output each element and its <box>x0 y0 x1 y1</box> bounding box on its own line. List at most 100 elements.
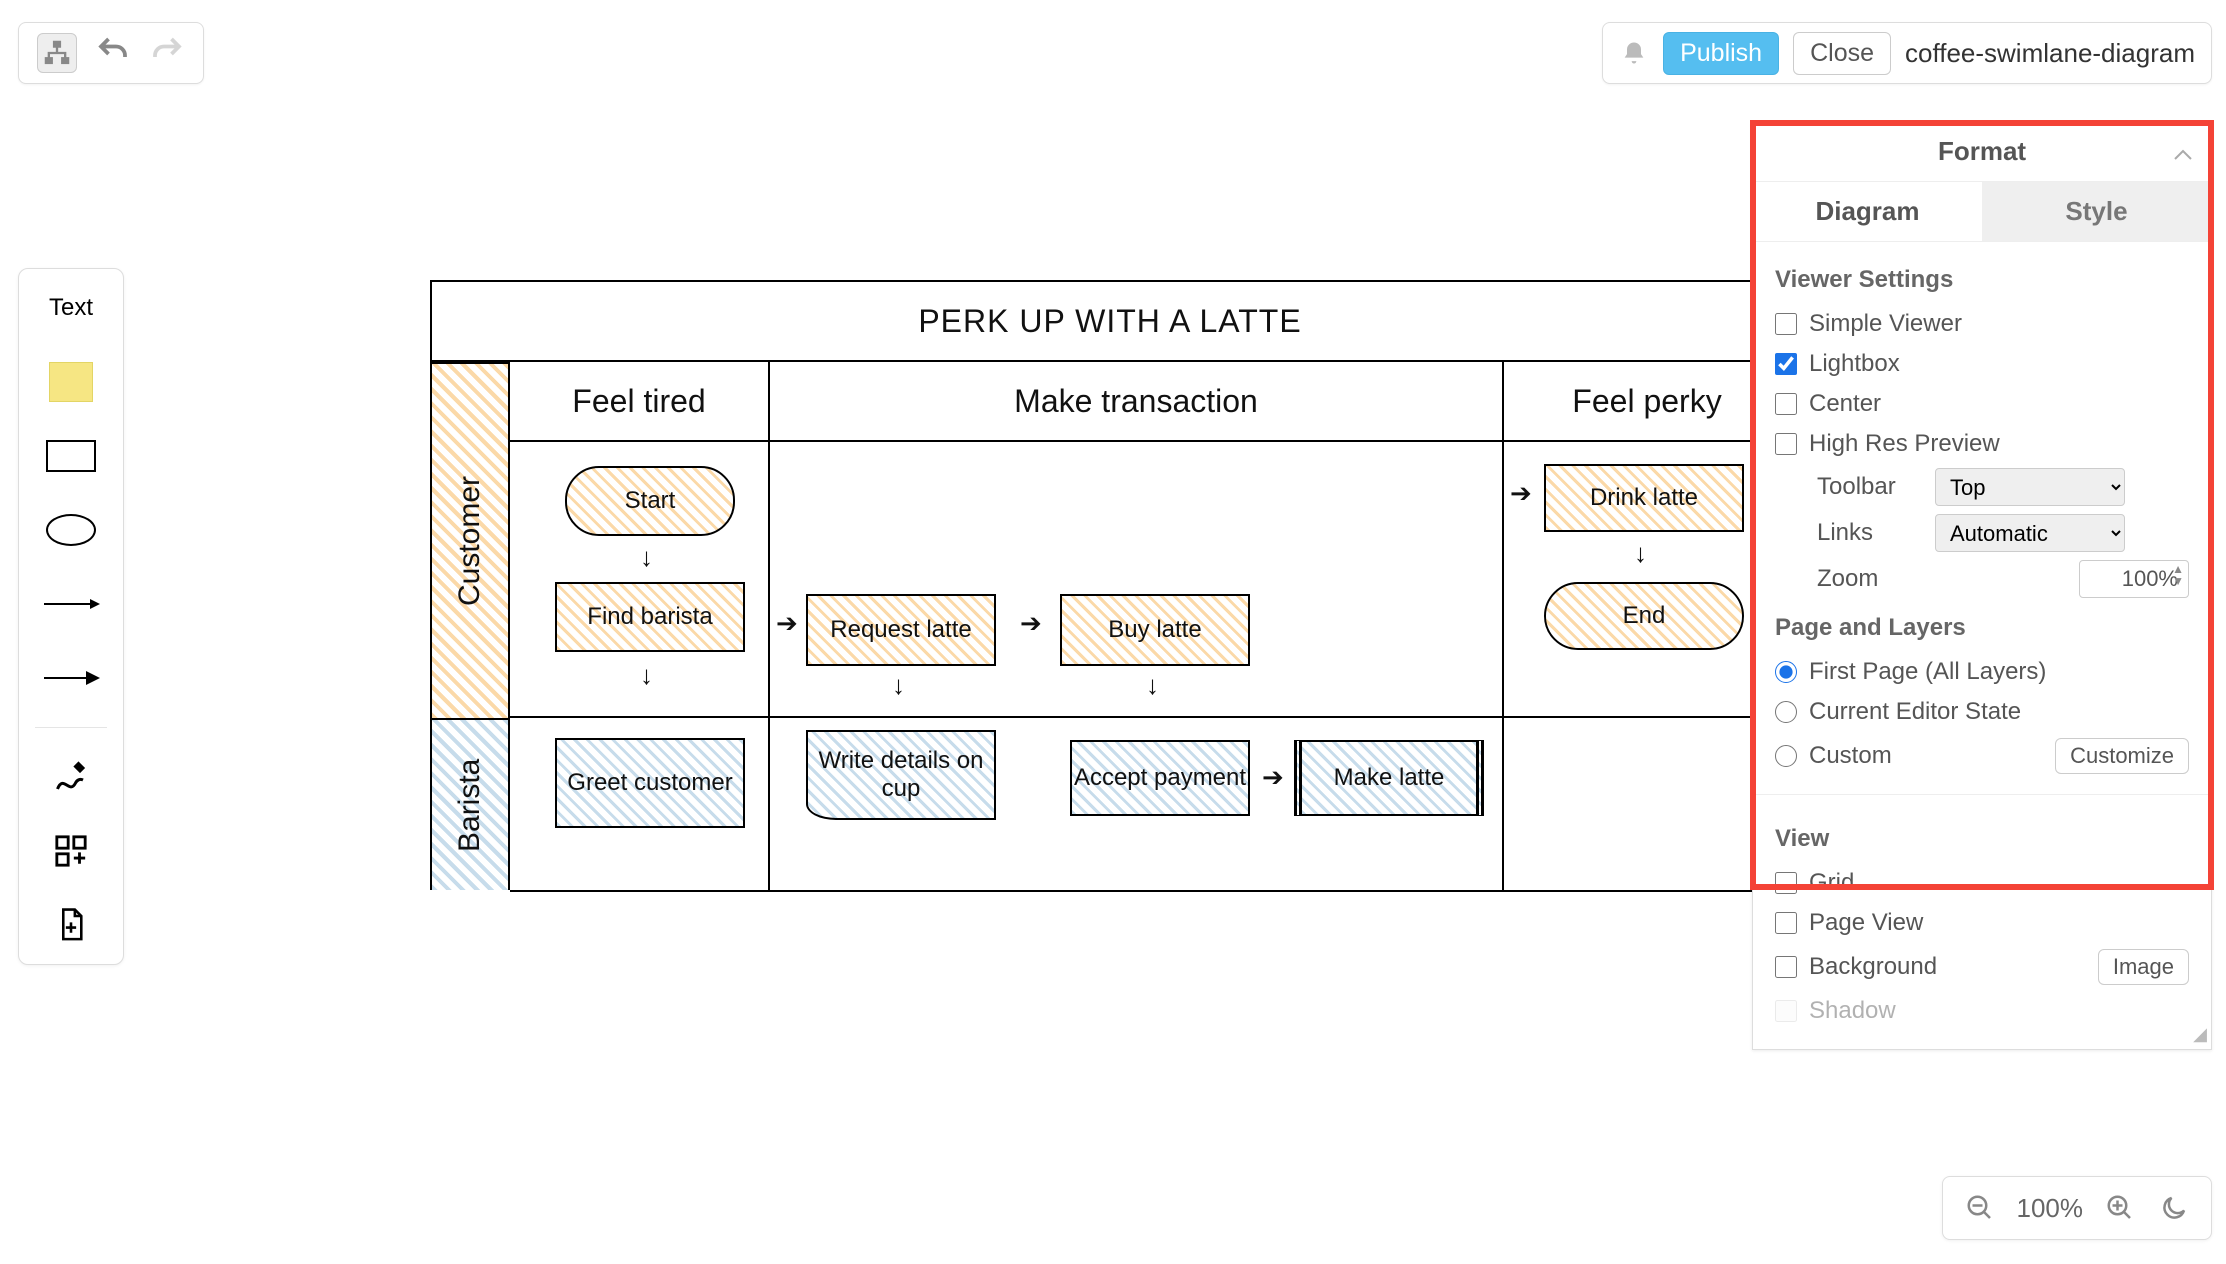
node-drink-latte[interactable]: Drink latte <box>1544 464 1744 532</box>
arrow-down-icon: ↓ <box>640 660 653 691</box>
ellipse-tool[interactable] <box>41 505 101 555</box>
arrow-right-icon: ➔ <box>1262 762 1284 793</box>
palette-divider <box>35 727 108 728</box>
phase-header[interactable]: Make transaction <box>770 362 1502 442</box>
first-page-label: First Page (All Layers) <box>1809 658 2189 686</box>
rectangle-tool[interactable] <box>41 431 101 481</box>
simple-viewer-checkbox[interactable] <box>1775 313 1797 335</box>
swimlane-diagram[interactable]: PERK UP WITH A LATTE Customer Barista Fe… <box>430 280 1790 892</box>
grid-label: Grid <box>1809 869 2189 897</box>
links-select[interactable]: Automatic <box>1935 514 2125 552</box>
grid-checkbox[interactable] <box>1775 872 1797 894</box>
resize-handle-icon[interactable]: ◢ <box>2193 1024 2207 1045</box>
view-title: View <box>1775 825 2189 853</box>
sticky-note-icon <box>49 362 93 402</box>
high-res-checkbox[interactable] <box>1775 433 1797 455</box>
center-checkbox[interactable] <box>1775 393 1797 415</box>
add-page-tool[interactable] <box>41 900 101 950</box>
undo-button[interactable] <box>95 33 131 74</box>
arrow-tool[interactable] <box>41 653 101 703</box>
center-label: Center <box>1809 390 2189 418</box>
viewer-settings-title: Viewer Settings <box>1775 266 2189 294</box>
current-state-radio[interactable] <box>1775 701 1797 723</box>
bell-icon <box>1620 39 1648 67</box>
phase-feel-perky[interactable]: Feel perky ➔ Drink latte ↓ End <box>1504 362 1790 892</box>
node-write-details[interactable]: Write details on cup <box>806 730 996 820</box>
phase-header[interactable]: Feel tired <box>510 362 768 442</box>
collapse-panel-button[interactable] <box>2173 138 2193 169</box>
arrow-down-icon: ↓ <box>892 670 905 701</box>
format-panel-title: Format <box>1753 122 2211 182</box>
phase-header[interactable]: Feel perky <box>1504 362 1790 442</box>
lane-label-customer[interactable]: Customer <box>430 362 510 718</box>
redo-icon <box>149 33 185 69</box>
shadow-label: Shadow <box>1809 997 2189 1025</box>
zoom-value[interactable]: 100% <box>2017 1193 2084 1224</box>
phase-feel-tired[interactable]: Feel tired Start ↓ Find barista ↓ Greet … <box>510 362 770 892</box>
redo-button[interactable] <box>149 33 185 74</box>
tab-style[interactable]: Style <box>1982 182 2211 242</box>
node-buy-latte[interactable]: Buy latte <box>1060 594 1250 666</box>
line-icon <box>44 603 98 605</box>
links-dropdown-label: Links <box>1817 519 1921 547</box>
format-panel: Format Diagram Style Viewer Settings Sim… <box>1752 122 2212 1050</box>
page-view-label: Page View <box>1809 909 2189 937</box>
phase-make-transaction[interactable]: Make transaction Request latte Buy latte… <box>770 362 1504 892</box>
page-layers-title: Page and Layers <box>1775 614 2189 642</box>
zoom-input-label: Zoom <box>1817 565 1921 593</box>
tab-diagram[interactable]: Diagram <box>1753 182 1982 242</box>
lane-label-barista[interactable]: Barista <box>430 718 510 890</box>
toolbar-dropdown-label: Toolbar <box>1817 473 1921 501</box>
node-make-latte[interactable]: Make latte <box>1294 740 1484 816</box>
diagram-name[interactable]: coffee-swimlane-diagram <box>1905 38 2195 69</box>
sticky-note-tool[interactable] <box>41 357 101 407</box>
simple-viewer-label: Simple Viewer <box>1809 310 2189 338</box>
file-plus-icon <box>55 907 87 943</box>
top-right-bar: Publish Close coffee-swimlane-diagram <box>1602 22 2212 84</box>
arrow-right-icon: ➔ <box>776 608 798 639</box>
zoom-input[interactable]: 100% ▲▼ <box>2079 560 2189 598</box>
arrow-icon <box>44 677 98 679</box>
close-button[interactable]: Close <box>1793 32 1891 75</box>
lightbox-label: Lightbox <box>1809 350 2189 378</box>
sitemap-icon <box>43 39 71 67</box>
node-start[interactable]: Start <box>565 466 735 536</box>
arrow-down-icon: ↓ <box>1146 670 1159 701</box>
node-greet-customer[interactable]: Greet customer <box>555 738 745 828</box>
background-image-button[interactable]: Image <box>2098 949 2189 985</box>
toolbar-position-select[interactable]: Top <box>1935 468 2125 506</box>
text-tool[interactable]: Text <box>41 283 101 333</box>
top-left-toolbar <box>18 22 204 84</box>
first-page-radio[interactable] <box>1775 661 1797 683</box>
background-checkbox[interactable] <box>1775 956 1797 978</box>
lightbox-checkbox[interactable] <box>1775 353 1797 375</box>
shapes-library-tool[interactable] <box>41 826 101 876</box>
freehand-tool[interactable] <box>41 752 101 802</box>
swimlane-title[interactable]: PERK UP WITH A LATTE <box>430 280 1790 362</box>
pencil-icon <box>53 759 89 795</box>
line-tool[interactable] <box>41 579 101 629</box>
chevron-up-icon <box>2173 148 2193 162</box>
zoom-out-button[interactable] <box>1963 1191 1997 1225</box>
app-logo-button[interactable] <box>37 33 77 73</box>
custom-radio[interactable] <box>1775 745 1797 767</box>
node-request-latte[interactable]: Request latte <box>806 594 996 666</box>
zoom-in-icon <box>2105 1193 2135 1223</box>
custom-label: Custom <box>1809 742 2043 770</box>
zoom-out-icon <box>1965 1193 1995 1223</box>
zoom-toolbar: 100% <box>1942 1176 2213 1240</box>
notifications-button[interactable] <box>1619 38 1649 68</box>
node-find-barista[interactable]: Find barista <box>555 582 745 652</box>
left-tool-palette: Text <box>18 268 124 965</box>
page-view-checkbox[interactable] <box>1775 912 1797 934</box>
dark-mode-button[interactable] <box>2157 1191 2191 1225</box>
customize-button[interactable]: Customize <box>2055 738 2189 774</box>
zoom-in-button[interactable] <box>2103 1191 2137 1225</box>
ellipse-icon <box>46 514 96 546</box>
node-accept-payment[interactable]: Accept payment <box>1070 740 1250 816</box>
moon-icon <box>2159 1193 2189 1223</box>
node-end[interactable]: End <box>1544 582 1744 650</box>
shadow-checkbox <box>1775 1000 1797 1022</box>
spinner-icon[interactable]: ▲▼ <box>2172 563 2184 587</box>
publish-button[interactable]: Publish <box>1663 32 1779 75</box>
